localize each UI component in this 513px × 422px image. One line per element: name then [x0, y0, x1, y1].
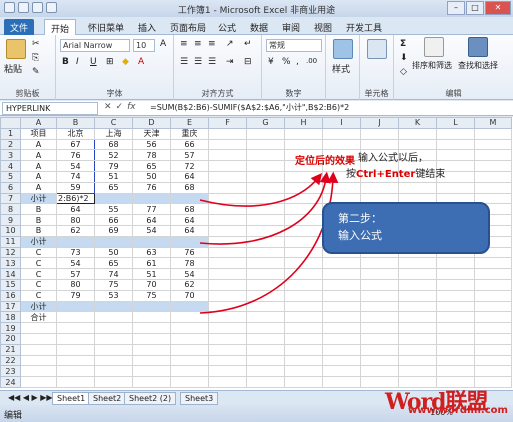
- sheet-tab-1[interactable]: Sheet1: [52, 392, 91, 405]
- sheet-tab-4[interactable]: Sheet3: [180, 392, 219, 405]
- arrow-3: [199, 171, 339, 314]
- sheet-tab-3[interactable]: Sheet2 (2): [124, 392, 177, 405]
- note-prefix: 按: [346, 169, 356, 180]
- sheet-tab-2[interactable]: Sheet2: [88, 392, 127, 405]
- note-suffix: 键结束: [415, 169, 446, 180]
- note-line-1: 输入公式以后，: [358, 153, 428, 164]
- note-line-2: 按Ctrl+Enter键结束: [346, 165, 445, 180]
- status-mode: 编辑: [4, 411, 23, 421]
- step-line-1: 第二步：: [338, 212, 382, 225]
- sheet-nav-icons[interactable]: ◀◀ ◀ ▶ ▶▶: [4, 392, 57, 405]
- step-box: 第二步： 输入公式: [322, 202, 490, 254]
- arrow-1: [199, 173, 323, 207]
- watermark-url: www.wordlm.com: [408, 405, 508, 416]
- note-key: Ctrl+Enter: [356, 169, 416, 180]
- step-line-2: 输入公式: [338, 229, 382, 242]
